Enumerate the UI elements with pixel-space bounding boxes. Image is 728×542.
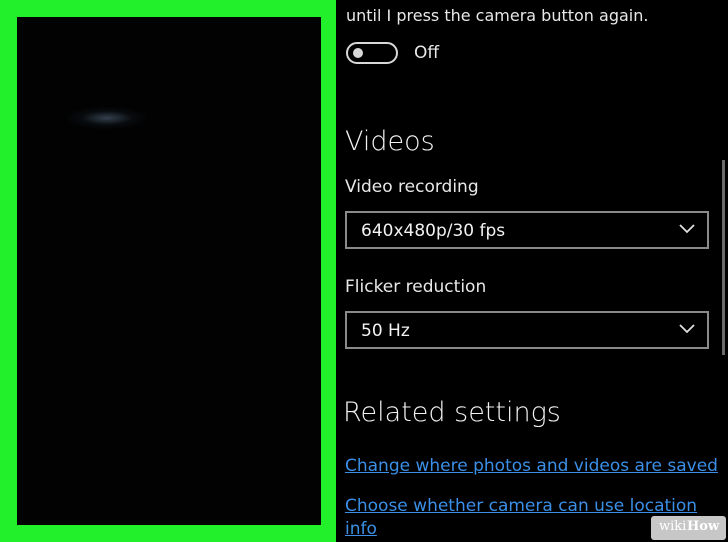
photo-toggle-switch[interactable] xyxy=(346,42,398,64)
camera-preview xyxy=(17,17,321,525)
preview-light-spot xyxy=(67,107,147,129)
flicker-reduction-label: Flicker reduction xyxy=(345,277,487,297)
photo-storage-link[interactable]: Change where photos and videos are saved xyxy=(345,456,718,476)
toggle-state-label: Off xyxy=(414,43,440,63)
location-link-line2[interactable]: info xyxy=(345,519,377,539)
flicker-reduction-dropdown[interactable]: 50 Hz xyxy=(345,311,709,349)
related-settings-heading: Related settings xyxy=(343,397,561,428)
video-recording-dropdown[interactable]: 640x480p/30 fps xyxy=(345,211,709,249)
chevron-down-icon xyxy=(679,324,695,334)
settings-scrollbar[interactable] xyxy=(722,160,725,355)
location-link-line1[interactable]: Choose whether camera can use location xyxy=(345,496,697,516)
video-recording-label: Video recording xyxy=(345,177,479,197)
chevron-down-icon xyxy=(679,224,695,234)
video-recording-value: 640x480p/30 fps xyxy=(361,221,506,241)
toggle-knob xyxy=(353,48,363,58)
videos-heading: Videos xyxy=(345,126,435,157)
flicker-reduction-value: 50 Hz xyxy=(361,321,410,341)
camera-preview-frame xyxy=(0,0,336,542)
photo-setting-description: until I press the camera button again. xyxy=(346,6,649,25)
wikihow-watermark: wiki How xyxy=(651,516,726,540)
